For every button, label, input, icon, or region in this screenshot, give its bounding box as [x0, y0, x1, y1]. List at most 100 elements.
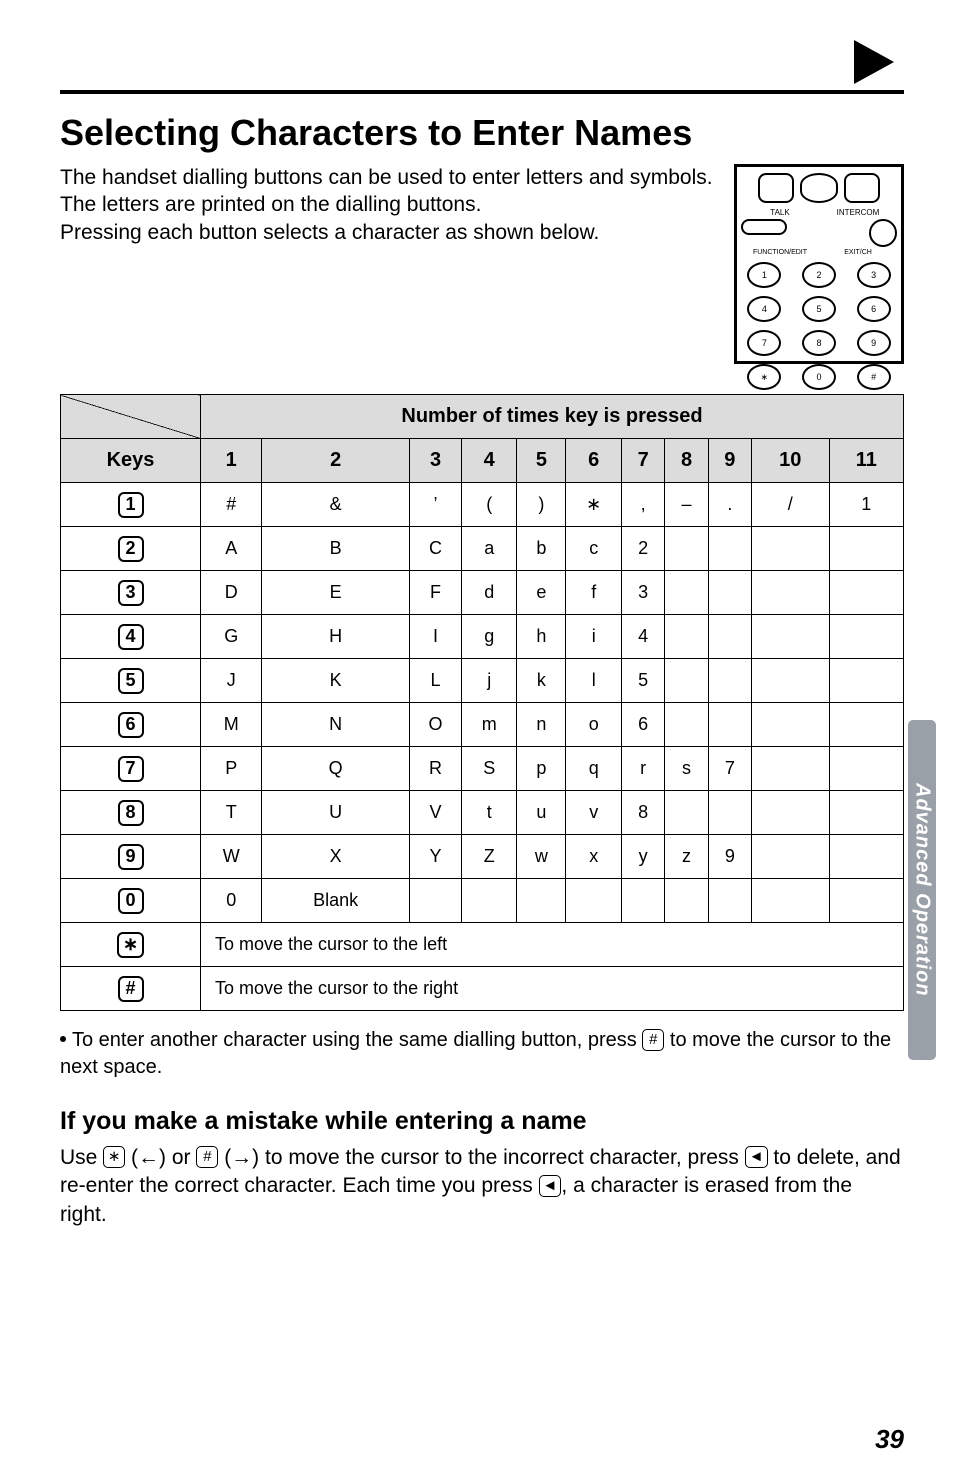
table-cell — [409, 879, 461, 923]
table-cell: e — [517, 571, 566, 615]
table-cell: 2 — [621, 527, 664, 571]
section-tab: Advanced Operation — [908, 720, 936, 1060]
table-cell: ’ — [409, 483, 461, 527]
keys-header: Keys — [61, 439, 201, 483]
table-cell: m — [462, 703, 517, 747]
key-7-icon: 7 — [118, 756, 144, 782]
intercom-button-icon — [844, 173, 880, 203]
hash-key-icon-2: # — [196, 1146, 218, 1168]
table-cell — [829, 527, 903, 571]
table-cell: / — [752, 483, 830, 527]
table-cell — [708, 879, 751, 923]
table-cell — [665, 571, 708, 615]
table-cell: I — [409, 615, 461, 659]
col-6: 6 — [566, 439, 622, 483]
keypad-7: 7 — [747, 330, 781, 356]
hash-key-icon: # — [642, 1029, 664, 1051]
table-cell: x — [566, 835, 622, 879]
table-cell — [665, 879, 708, 923]
left-arrow-key-icon: ◄ — [745, 1146, 768, 1168]
table-cell — [708, 527, 751, 571]
table-cell: J — [201, 659, 262, 703]
intro-line-2: Pressing each button selects a character… — [60, 221, 599, 244]
table-cell: g — [462, 615, 517, 659]
mistake-paragraph: Use ∗ (←) or # (→) to move the cursor to… — [60, 1144, 904, 1229]
table-cell: q — [566, 747, 622, 791]
col-1: 1 — [201, 439, 262, 483]
star-key-icon: ∗ — [103, 1146, 125, 1168]
table-cell: & — [262, 483, 409, 527]
col-11: 11 — [829, 439, 903, 483]
keypad-0: 0 — [802, 364, 836, 390]
table-cell — [829, 791, 903, 835]
table-cell: d — [462, 571, 517, 615]
keypad-star: ∗ — [747, 364, 781, 390]
table-cell: 5 — [621, 659, 664, 703]
table-cell: L — [409, 659, 461, 703]
keypad-6: 6 — [857, 296, 891, 322]
left-arrow-key-icon-2: ◄ — [539, 1175, 562, 1197]
col-3: 3 — [409, 439, 461, 483]
talk-label: TALK — [741, 208, 819, 217]
table-cell: o — [566, 703, 622, 747]
table-row: 1#&’()∗,–./1 — [61, 483, 904, 527]
keypad-8: 8 — [802, 330, 836, 356]
table-cell: W — [201, 835, 262, 879]
exit-ch-button-icon — [869, 219, 897, 247]
intro-line-1: The handset dialling buttons can be used… — [60, 166, 713, 216]
table-cell — [517, 879, 566, 923]
table-cell: z — [665, 835, 708, 879]
table-cell: 4 — [621, 615, 664, 659]
col-4: 4 — [462, 439, 517, 483]
hash-row-text: To move the cursor to the right — [201, 967, 904, 1011]
function-edit-button-icon — [741, 219, 787, 235]
key-hash-icon: # — [118, 976, 144, 1002]
table-cell — [708, 791, 751, 835]
keypad-9: 9 — [857, 330, 891, 356]
table-cell: D — [201, 571, 262, 615]
table-cell: c — [566, 527, 622, 571]
table-cell: O — [409, 703, 461, 747]
key-0-icon: 0 — [118, 888, 144, 914]
keypad-grid: 1 2 3 4 5 6 7 8 9 ∗ 0 # — [741, 262, 897, 390]
keypad-4: 4 — [747, 296, 781, 322]
col-5: 5 — [517, 439, 566, 483]
table-cell: s — [665, 747, 708, 791]
continue-arrow-icon — [854, 40, 894, 84]
table-cell — [665, 703, 708, 747]
col-2: 2 — [262, 439, 409, 483]
table-cell — [708, 571, 751, 615]
table-cell — [752, 659, 830, 703]
table-cell: a — [462, 527, 517, 571]
table-cell — [829, 571, 903, 615]
star-row-text: To move the cursor to the left — [201, 923, 904, 967]
table-cell: R — [409, 747, 461, 791]
key-2-icon: 2 — [118, 536, 144, 562]
table-cell — [829, 879, 903, 923]
bullet-icon — [60, 1036, 66, 1042]
table-cell — [829, 747, 903, 791]
table-cell: 9 — [708, 835, 751, 879]
table-cell: V — [409, 791, 461, 835]
table-cell: Y — [409, 835, 461, 879]
table-cell — [621, 879, 664, 923]
table-row: 6MNOmno6 — [61, 703, 904, 747]
key-6-icon: 6 — [118, 712, 144, 738]
top-divider — [60, 90, 904, 94]
keypad-hash: # — [857, 364, 891, 390]
table-corner — [61, 395, 201, 439]
table-cell — [708, 659, 751, 703]
table-cell — [708, 615, 751, 659]
table-cell — [829, 615, 903, 659]
table-cell: S — [462, 747, 517, 791]
table-cell: A — [201, 527, 262, 571]
table-cell: w — [517, 835, 566, 879]
key-5-icon: 5 — [118, 668, 144, 694]
table-cell: . — [708, 483, 751, 527]
table-cell — [829, 659, 903, 703]
mistake-t3: (→) to move the cursor to the incorrect … — [218, 1146, 744, 1169]
table-cell: E — [262, 571, 409, 615]
table-cell: C — [409, 527, 461, 571]
table-cell: Blank — [262, 879, 409, 923]
table-cell: l — [566, 659, 622, 703]
